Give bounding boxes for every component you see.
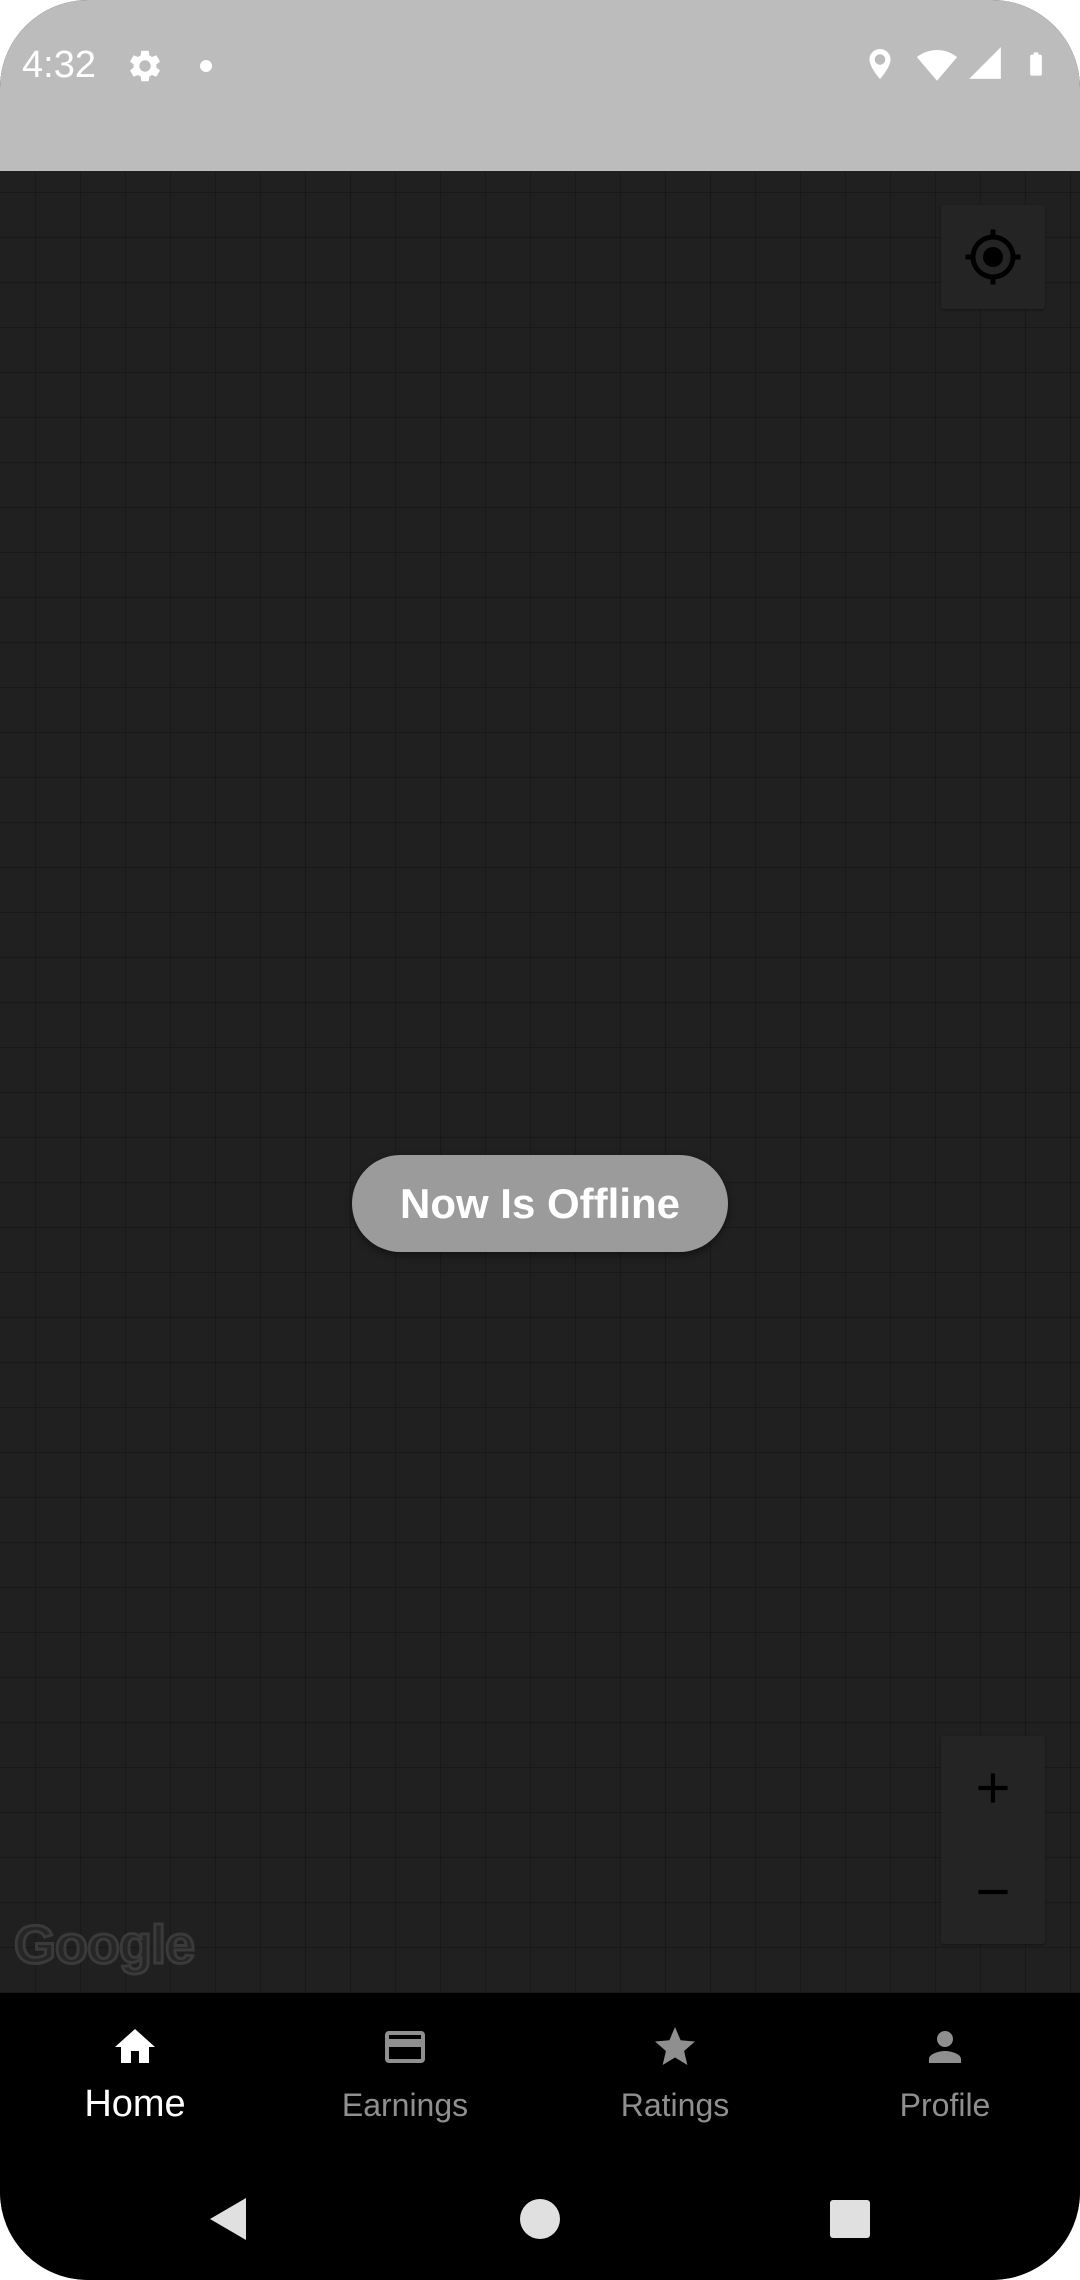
cellular-signal-icon: [969, 47, 1001, 79]
nav-item-profile[interactable]: Profile: [810, 1993, 1080, 2158]
my-location-icon: [965, 229, 1021, 285]
bottom-navigation: Home Earnings Ratings Profile: [0, 1993, 1080, 2158]
zoom-out-button[interactable]: [941, 1840, 1045, 1944]
phone-screen: 4:32 Google Now Is Offline Home Earnings…: [0, 0, 1080, 2280]
map-view[interactable]: Google: [0, 171, 1080, 1993]
zoom-out-icon: [978, 1889, 1008, 1895]
nav-label-earnings: Earnings: [341, 2087, 469, 2123]
notification-dot-icon: [200, 60, 212, 72]
nav-item-home[interactable]: Home: [0, 1993, 270, 2158]
google-logo: Google: [13, 1914, 197, 1977]
status-right-icons: [862, 44, 1062, 88]
nav-label-profile: Profile: [899, 2087, 991, 2123]
status-bar: 4:32: [0, 0, 1080, 171]
nav-label-ratings: Ratings: [620, 2087, 730, 2123]
star-icon: [655, 2027, 695, 2065]
back-icon[interactable]: [202, 2158, 262, 2280]
status-time: 4:32: [22, 44, 96, 86]
home-circle-icon[interactable]: [514, 2158, 566, 2280]
zoom-in-button[interactable]: [941, 1736, 1045, 1840]
battery-icon: [1030, 52, 1042, 76]
online-status-button[interactable]: Now Is Offline: [352, 1155, 728, 1252]
credit-card-icon: [385, 2031, 425, 2063]
online-status-label: Now Is Offline: [399, 1179, 680, 1227]
person-icon: [929, 2031, 961, 2063]
nav-item-earnings[interactable]: Earnings: [270, 1993, 540, 2158]
nav-item-ratings[interactable]: Ratings: [540, 1993, 810, 2158]
system-navigation-bar: [0, 2158, 1080, 2280]
my-location-button[interactable]: [941, 205, 1045, 309]
nav-label-home: Home: [84, 2083, 186, 2125]
zoom-in-icon: [978, 1773, 1008, 1803]
home-icon: [115, 2029, 155, 2063]
location-icon: [869, 49, 891, 79]
wifi-icon: [916, 49, 958, 81]
zoom-control: [941, 1736, 1045, 1944]
settings-icon: [130, 50, 160, 82]
recents-icon[interactable]: [826, 2158, 874, 2280]
